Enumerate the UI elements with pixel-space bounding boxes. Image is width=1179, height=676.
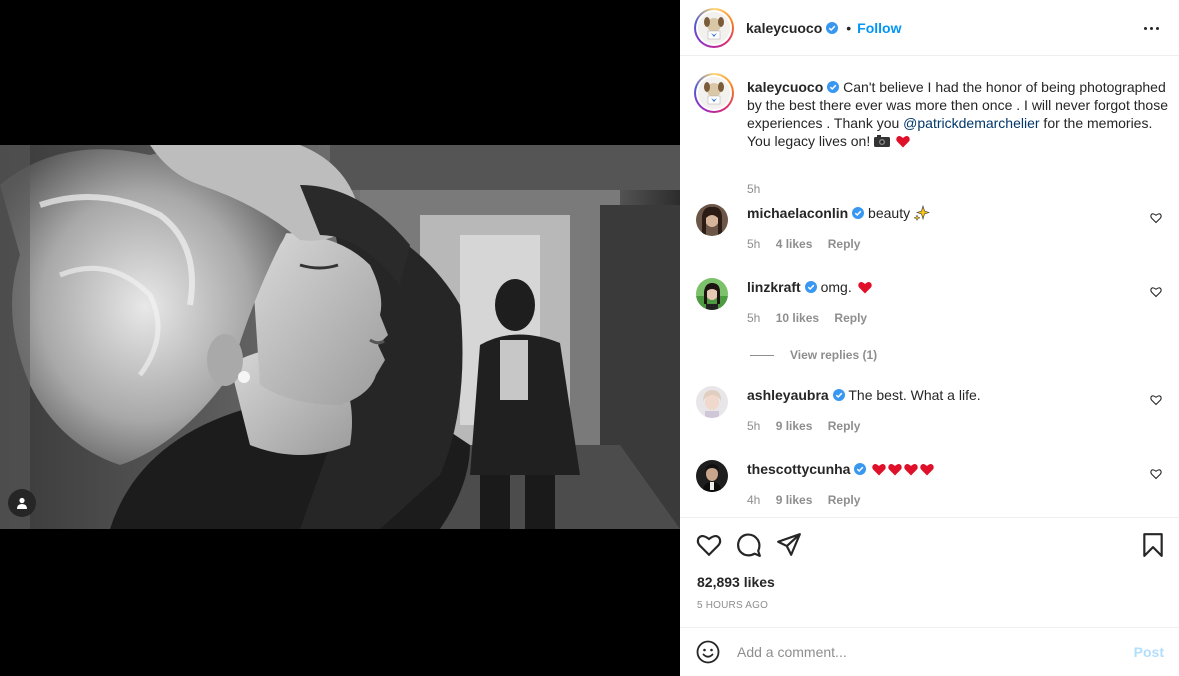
comment-meta: 5h 10 likes Reply bbox=[747, 311, 879, 325]
verified-badge-icon bbox=[804, 281, 817, 293]
comments-list: kaleycuoco Can't believe I had the honor… bbox=[680, 57, 1179, 517]
like-comment-heart-icon[interactable] bbox=[1150, 394, 1162, 406]
verified-badge-icon bbox=[854, 463, 867, 475]
post-actions: 82,893 likes 5 HOURS AGO bbox=[680, 517, 1179, 627]
commenter-avatar[interactable] bbox=[696, 460, 728, 492]
commenter-username[interactable]: linzkraft bbox=[747, 279, 801, 295]
verified-badge-icon bbox=[852, 207, 865, 219]
save-bookmark-icon[interactable] bbox=[1140, 532, 1166, 558]
post-header: kaleycuoco • Follow bbox=[680, 0, 1179, 56]
reply-button[interactable]: Reply bbox=[834, 311, 867, 325]
view-replies-button[interactable]: View replies (1) bbox=[750, 348, 877, 362]
caption-timestamp[interactable]: 5h bbox=[747, 182, 760, 196]
comment-likes[interactable]: 9 likes bbox=[776, 493, 813, 507]
comment-text: omg. bbox=[820, 279, 852, 295]
comment-likes[interactable]: 9 likes bbox=[776, 419, 813, 433]
heart-emoji-icon bbox=[888, 464, 903, 476]
user-icon bbox=[17, 497, 27, 509]
heart-emoji-icon bbox=[872, 464, 887, 476]
comment-time[interactable]: 4h bbox=[747, 493, 760, 507]
commenter-username[interactable]: thescottycunha bbox=[747, 461, 850, 477]
comment-likes[interactable]: 10 likes bbox=[776, 311, 819, 325]
comment-time[interactable]: 5h bbox=[747, 311, 760, 325]
like-heart-icon[interactable] bbox=[696, 532, 722, 558]
reply-button[interactable]: Reply bbox=[828, 237, 861, 251]
heart-emoji-icon bbox=[920, 464, 935, 476]
dog-avatar-image bbox=[698, 11, 730, 44]
post-details-panel: kaleycuoco • Follow kaleycuoco Can't bel… bbox=[680, 0, 1179, 676]
comment-time[interactable]: 5h bbox=[747, 237, 760, 251]
like-comment-heart-icon[interactable] bbox=[1150, 468, 1162, 480]
comment-item: linzkraft omg. 5h 10 likes Reply bbox=[696, 278, 1166, 338]
follow-button[interactable]: Follow bbox=[857, 20, 901, 36]
comment-body: thescottycunha bbox=[747, 460, 935, 478]
commenter-username[interactable]: michaelaconlin bbox=[747, 205, 848, 221]
commenter-avatar[interactable] bbox=[696, 204, 728, 236]
verified-badge-icon bbox=[826, 21, 839, 34]
dog-avatar-image bbox=[698, 77, 730, 109]
like-comment-heart-icon[interactable] bbox=[1150, 212, 1162, 224]
post-time-ago[interactable]: 5 HOURS AGO bbox=[697, 600, 768, 611]
comment-body: linzkraft omg. bbox=[747, 278, 872, 296]
comment-meta: 4h 9 likes Reply bbox=[747, 493, 872, 507]
verified-badge-icon bbox=[827, 81, 840, 93]
comment-likes[interactable]: 4 likes bbox=[776, 237, 813, 251]
comment-meta: 5h 9 likes Reply bbox=[747, 419, 872, 433]
tagged-users-button[interactable] bbox=[8, 489, 36, 517]
commenter-username[interactable]: ashleyaubra bbox=[747, 387, 829, 403]
author-username[interactable]: kaleycuoco bbox=[746, 20, 822, 36]
dog-icon bbox=[698, 77, 730, 109]
author-avatar[interactable] bbox=[694, 7, 734, 48]
comment-item: michaelaconlin beauty 5h 4 likes Reply bbox=[696, 204, 1166, 264]
separator-dot: • bbox=[846, 19, 852, 36]
more-options-icon[interactable] bbox=[1141, 18, 1161, 38]
comment-item: thescottycunha 4h 9 likes Reply bbox=[696, 460, 1166, 517]
avatar-photo bbox=[696, 386, 728, 418]
like-comment-heart-icon[interactable] bbox=[1150, 286, 1162, 298]
comment-meta: 5h 4 likes Reply bbox=[747, 237, 872, 251]
comment-time[interactable]: 5h bbox=[747, 419, 760, 433]
comment-input[interactable] bbox=[737, 644, 1117, 660]
caption-author-avatar[interactable] bbox=[694, 73, 734, 113]
comment-bubble-icon[interactable] bbox=[736, 532, 762, 558]
replies-divider-line bbox=[750, 354, 774, 356]
caption-text: kaleycuoco Can't believe I had the honor… bbox=[747, 78, 1169, 150]
caption-username[interactable]: kaleycuoco bbox=[747, 79, 823, 95]
mention-link[interactable]: @patrickdemarchelier bbox=[903, 115, 1039, 131]
emoji-smiley-icon[interactable] bbox=[696, 640, 720, 664]
likes-count[interactable]: 82,893 likes bbox=[697, 574, 775, 590]
comment-body: ashleyaubra The best. What a life. bbox=[747, 386, 981, 404]
photo-illustration bbox=[0, 145, 680, 529]
media-panel bbox=[0, 0, 680, 676]
avatar-photo bbox=[696, 278, 728, 310]
comment-item: ashleyaubra The best. What a life. 5h 9 … bbox=[696, 386, 1166, 446]
avatar-photo bbox=[696, 460, 728, 492]
verified-badge-icon bbox=[832, 389, 845, 401]
comment-text: The best. What a life. bbox=[848, 387, 981, 403]
view-replies-label: View replies (1) bbox=[790, 348, 878, 362]
instagram-post-view: kaleycuoco • Follow kaleycuoco Can't bel… bbox=[0, 0, 1179, 676]
avatar-photo bbox=[696, 204, 728, 236]
avatar-ring-inner bbox=[696, 9, 732, 46]
heart-emoji-icon bbox=[896, 136, 910, 148]
avatar-ring-inner bbox=[696, 75, 732, 111]
camera-emoji-icon bbox=[874, 135, 891, 147]
post-comment-button[interactable]: Post bbox=[1134, 644, 1164, 660]
comment-body: michaelaconlin beauty bbox=[747, 204, 930, 222]
add-comment-bar: Post bbox=[680, 627, 1179, 676]
heart-emoji-icon bbox=[857, 282, 872, 294]
heart-emoji-icon bbox=[904, 464, 919, 476]
post-photo[interactable] bbox=[0, 145, 680, 529]
comment-text: beauty bbox=[868, 205, 911, 221]
commenter-avatar[interactable] bbox=[696, 386, 728, 418]
reply-button[interactable]: Reply bbox=[828, 419, 861, 433]
commenter-avatar[interactable] bbox=[696, 278, 728, 310]
share-paper-plane-icon[interactable] bbox=[776, 532, 802, 558]
sparkles-icon bbox=[913, 204, 930, 222]
dog-icon bbox=[698, 11, 730, 44]
reply-button[interactable]: Reply bbox=[828, 493, 861, 507]
